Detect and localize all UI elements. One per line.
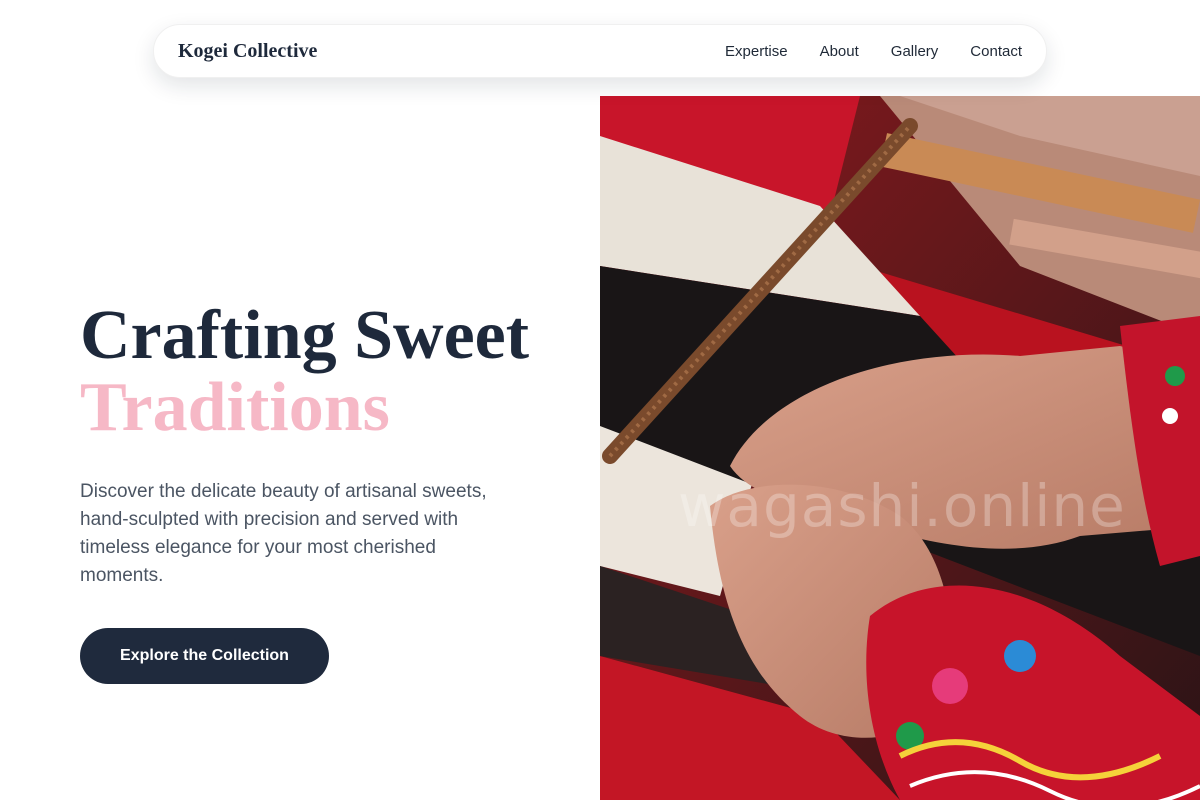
hero-section: Crafting Sweet Traditions Discover the d… <box>80 300 560 609</box>
nav-links: Expertise About Gallery Contact <box>725 43 1022 60</box>
nav-link-about[interactable]: About <box>820 43 859 60</box>
hero-image: wagashi.online <box>600 96 1200 800</box>
nav-link-contact[interactable]: Contact <box>970 43 1022 60</box>
hero-title-line-2: Traditions <box>80 369 390 446</box>
nav-link-expertise[interactable]: Expertise <box>725 43 788 60</box>
hero-description: Discover the delicate beauty of artisana… <box>80 481 487 586</box>
explore-collection-button[interactable]: Explore the Collection <box>80 628 329 684</box>
watermark-text: wagashi.online <box>678 472 1126 540</box>
brand-logo[interactable]: Kogei Collective <box>178 40 317 63</box>
hero-title: Crafting Sweet Traditions <box>80 300 560 444</box>
loom-weaving-illustration <box>600 96 1200 800</box>
hero-title-line-1: Crafting Sweet <box>80 297 530 374</box>
top-navbar: Kogei Collective Expertise About Gallery… <box>153 24 1047 78</box>
nav-link-gallery[interactable]: Gallery <box>891 43 939 60</box>
